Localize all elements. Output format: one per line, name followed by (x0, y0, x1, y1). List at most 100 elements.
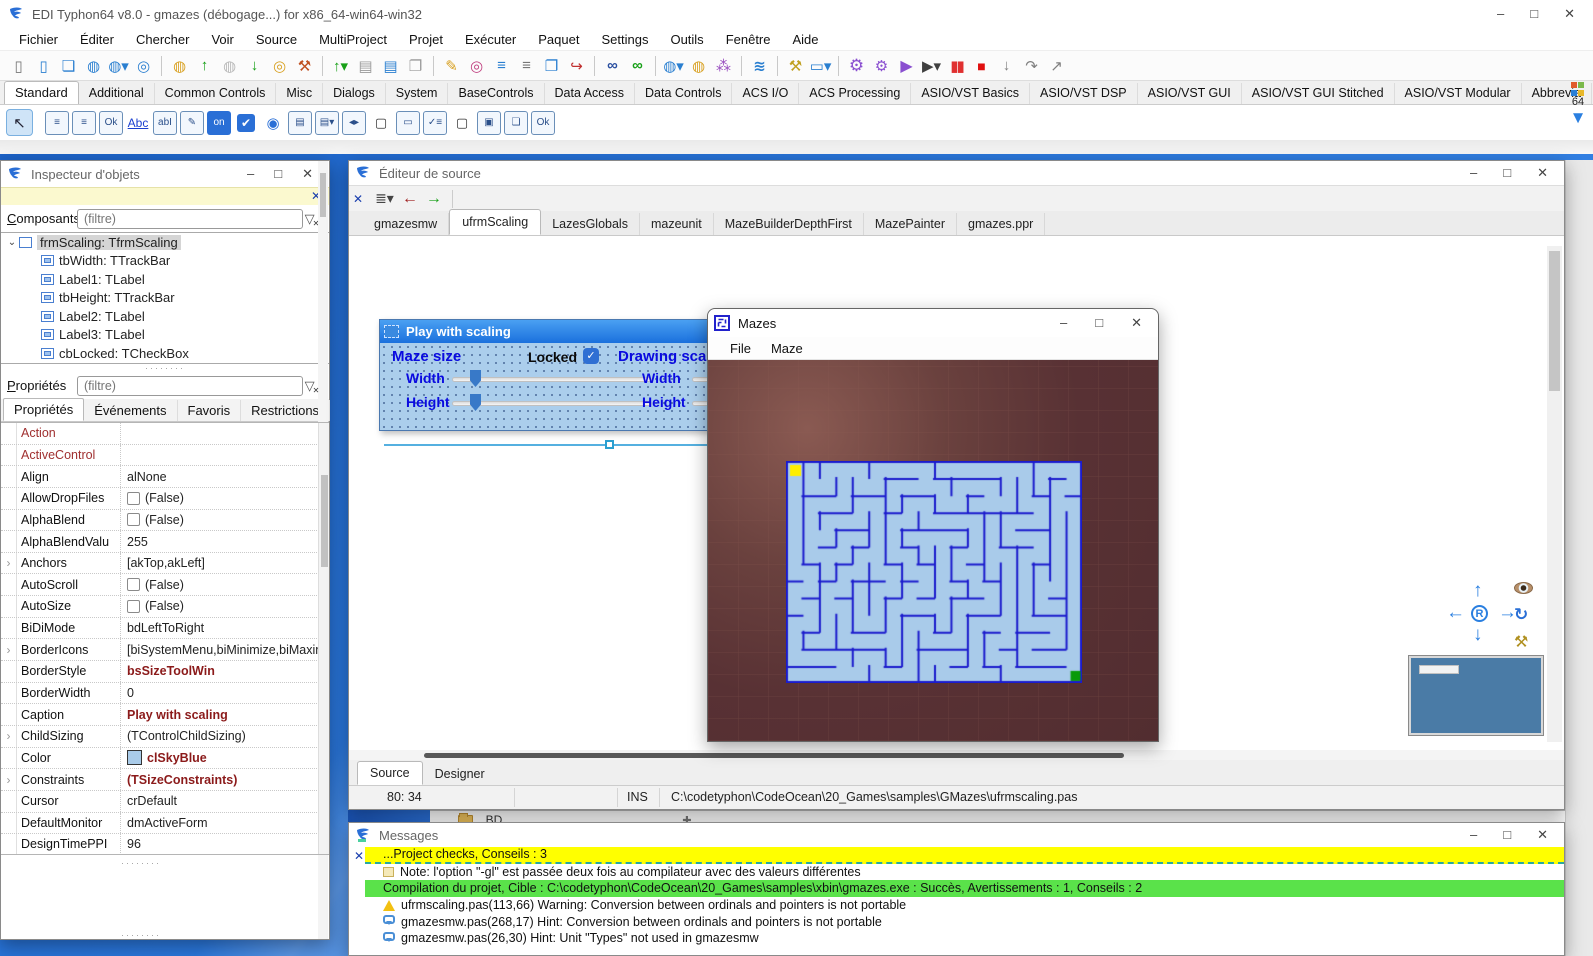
main-title-bar[interactable]: EDI Typhon64 v8.0 - gmazes (débogage...)… (0, 0, 1593, 28)
menu-item[interactable]: Fichier (8, 32, 69, 47)
toolbar-separator[interactable] (741, 56, 742, 76)
mainmenu-component[interactable]: ≡ (45, 111, 69, 135)
tools-icon[interactable]: ⚒ (784, 54, 807, 78)
property-row[interactable]: AlphaBlendValu 255 (1, 531, 329, 553)
mazes-minimize-button[interactable] (1060, 315, 1067, 331)
palette-tab[interactable]: ASIO/VST GUI (1138, 83, 1242, 104)
message-row[interactable]: ...Project checks, Conseils : 3 (365, 847, 1564, 864)
palette-tab[interactable]: ACS Processing (799, 83, 911, 104)
editor-hscrollbar[interactable] (349, 750, 1564, 760)
toolbar-separator[interactable] (433, 56, 434, 76)
property-value[interactable]: (False) (121, 574, 329, 595)
palette-tab[interactable]: Data Controls (635, 83, 732, 104)
combobox-component[interactable]: ▤▾ (315, 111, 339, 135)
arch-down-arrow-icon[interactable]: ▼ (1565, 108, 1591, 128)
file-tab[interactable]: gmazesmw (363, 213, 449, 235)
open-unit-icon[interactable]: ◍ (82, 54, 105, 78)
messages-maximize-button[interactable] (1503, 827, 1511, 843)
message-row[interactable]: Compilation du projet, Cible : C:\codety… (365, 880, 1564, 897)
mazes-menu-item[interactable]: Maze (761, 341, 813, 356)
maze-canvas[interactable] (786, 461, 1082, 683)
property-value[interactable]: (False) (121, 596, 329, 617)
search-binoculars-b-icon[interactable]: ∞ (626, 54, 649, 78)
package-graph-icon[interactable]: ⁂ (712, 54, 735, 78)
palette-tab[interactable]: ASIO/VST DSP (1030, 83, 1138, 104)
message-row[interactable]: Note: l'option "-gl" est passée deux foi… (365, 864, 1564, 881)
mazes-title-bar[interactable]: Mazes (708, 309, 1158, 337)
property-row[interactable]: ActiveControl (1, 445, 329, 467)
minimize-button[interactable] (1497, 6, 1504, 22)
property-row[interactable]: BorderStyle bsSizeToolWin (1, 661, 329, 683)
tree-item[interactable]: Label3: TLabel (1, 326, 329, 345)
messages-title-bar[interactable]: Messages (349, 823, 1564, 847)
menu-item[interactable]: Projet (398, 32, 454, 47)
property-value[interactable] (121, 423, 329, 444)
nav-center-icon[interactable]: R (1471, 605, 1488, 622)
toolbar-separator[interactable] (655, 56, 656, 76)
property-value[interactable]: Play with scaling (121, 704, 329, 725)
property-row[interactable]: Color clSkyBlue (1, 748, 329, 770)
pause-icon[interactable]: ▮▮ (945, 54, 968, 78)
palette-tab[interactable]: BaseControls (448, 83, 544, 104)
label-component[interactable]: Abc (126, 111, 150, 135)
property-row[interactable]: Align alNone (1, 466, 329, 488)
monitor-icon[interactable]: ▭▾ (809, 54, 832, 78)
window-stack-icon[interactable]: ❐ (540, 54, 563, 78)
panel-component[interactable]: ▭ (396, 111, 420, 135)
menu-item[interactable]: Source (245, 32, 308, 47)
palette-tab[interactable]: Common Controls (155, 83, 277, 104)
property-row[interactable]: DesignTimePPI 96 (1, 834, 329, 855)
property-row[interactable]: › ChildSizing (TControlChildSizing) (1, 726, 329, 748)
download-icon[interactable]: ↓ (243, 54, 266, 78)
forward-icon[interactable]: → (426, 190, 442, 208)
palette-tab[interactable]: ASIO/VST GUI Stitched (1242, 83, 1395, 104)
eye-icon[interactable] (1514, 582, 1533, 594)
property-value[interactable]: (TSizeConstraints) (121, 769, 329, 790)
property-row[interactable]: AllowDropFiles (False) (1, 488, 329, 510)
property-value[interactable]: clSkyBlue (121, 748, 329, 769)
property-row[interactable]: Action (1, 423, 329, 445)
copy-pages-icon[interactable]: ❐ (404, 54, 427, 78)
save-all-icon[interactable]: ▤ (379, 54, 402, 78)
pagecontrol-component[interactable]: ▣ (477, 111, 501, 135)
menu-item[interactable]: Paquet (527, 32, 590, 47)
form-preview-thumbnail[interactable] (1409, 656, 1543, 735)
toolbar-separator[interactable] (838, 56, 839, 76)
jump-to-icon[interactable]: ↪ (565, 54, 588, 78)
file-tab[interactable]: ufrmScaling (449, 209, 541, 235)
property-row[interactable]: › Anchors [akTop,akLeft] (1, 553, 329, 575)
dock-close-icon[interactable]: ✕ (353, 192, 363, 206)
editor-maximize-button[interactable] (1503, 165, 1511, 181)
page-list-icon[interactable]: ≣▾ (375, 190, 394, 207)
message-row[interactable]: ufrmscaling.pas(113,66) Warning: Convers… (365, 897, 1564, 914)
tree-item[interactable]: Label1: TLabel (1, 270, 329, 289)
mazes-close-button[interactable] (1131, 315, 1142, 331)
palette-tab[interactable]: System (386, 83, 449, 104)
palette-tab[interactable]: Additional (79, 83, 155, 104)
property-value[interactable]: 96 (121, 834, 329, 855)
menu-item[interactable]: Chercher (125, 32, 200, 47)
nav-left-icon[interactable]: ← (1446, 602, 1465, 624)
width-trackbar[interactable] (452, 377, 652, 382)
find-declaration-icon[interactable]: ◎ (465, 54, 488, 78)
toolbar-separator[interactable] (161, 56, 162, 76)
filter-funnel-icon[interactable]: ▽✕ (303, 378, 323, 394)
save-icon[interactable]: ▤ (354, 54, 377, 78)
property-value[interactable]: dmActiveForm (121, 813, 329, 834)
file-tab[interactable]: gmazes.ppr (957, 213, 1045, 235)
property-row[interactable]: Cursor crDefault (1, 791, 329, 813)
search-binoculars-icon[interactable]: ∞ (601, 54, 624, 78)
step-out-icon[interactable]: ↗ (1045, 54, 1068, 78)
property-row[interactable]: AutoScroll (False) (1, 574, 329, 596)
popupmenu-component[interactable]: ≡ (72, 111, 96, 135)
frame-component[interactable]: ❏ (504, 111, 528, 135)
locked-checkbox[interactable] (583, 348, 599, 364)
menu-item[interactable]: Outils (659, 32, 714, 47)
palette-tab[interactable]: Dialogs (323, 83, 386, 104)
checkbox[interactable] (127, 578, 140, 591)
palette-tab[interactable]: ASIO/VST Basics (911, 83, 1030, 104)
menu-item[interactable]: Settings (590, 32, 659, 47)
togglebox-component[interactable]: on (207, 111, 231, 135)
tree-item[interactable]: cbLocked: TCheckBox (1, 344, 329, 363)
menu-item[interactable]: Aide (782, 32, 830, 47)
